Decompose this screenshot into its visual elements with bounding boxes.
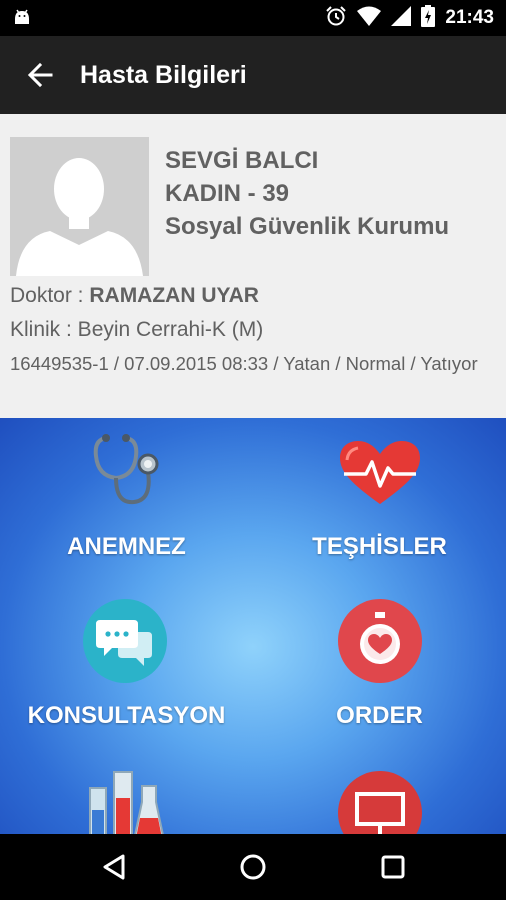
page-title: Hasta Bilgileri xyxy=(80,60,247,89)
doctor-name: RAMAZAN UYAR xyxy=(89,284,259,307)
stethoscope-icon xyxy=(93,434,159,505)
app-bar: Hasta Bilgileri xyxy=(0,36,506,114)
menu-item-teshisler[interactable]: TEŞHİSLER xyxy=(253,418,506,583)
lab-flasks-icon xyxy=(89,771,164,834)
back-button[interactable] xyxy=(0,36,80,114)
doctor-label: Doktor : xyxy=(10,284,90,307)
nav-back-button[interactable] xyxy=(74,834,154,900)
battery-icon xyxy=(421,5,436,31)
menu-label-teshisler: TEŞHİSLER xyxy=(312,533,447,560)
alarm-icon xyxy=(325,5,347,31)
patient-insurance: Sosyal Güvenlik Kurumu xyxy=(165,213,450,240)
patient-info-card: SEVGİ BALCI KADIN - 39 Sosyal Güvenlik K… xyxy=(0,114,506,418)
monitor-icon xyxy=(338,771,422,834)
heart-pulse-icon xyxy=(340,441,420,504)
menu-item-lab[interactable] xyxy=(0,754,253,834)
arrow-back-icon xyxy=(27,62,53,88)
menu-item-anemnez[interactable]: ANEMNEZ xyxy=(0,418,253,583)
menu-label-order: ORDER xyxy=(336,702,423,729)
wifi-icon xyxy=(357,6,382,30)
menu-item-order[interactable]: ORDER xyxy=(253,586,506,751)
android-icon xyxy=(12,8,32,32)
nav-home-button[interactable] xyxy=(213,834,293,900)
menu-label-konsultasyon: KONSULTASYON xyxy=(27,702,226,729)
menu-item-konsultasyon[interactable]: KONSULTASYON xyxy=(0,586,253,751)
nav-home-icon xyxy=(240,854,266,880)
nav-back-icon xyxy=(103,854,125,880)
stopwatch-heart-icon xyxy=(338,599,422,683)
doctor-line: Doktor : RAMAZAN UYAR xyxy=(10,284,259,308)
clinic-line: Klinik : Beyin Cerrahi-K (M) xyxy=(10,318,264,341)
menu-grid: ANEMNEZ TEŞHİSLER KONSULTASYON ORDER xyxy=(0,418,506,834)
navigation-bar xyxy=(0,834,506,900)
patient-gender-age: KADIN - 39 xyxy=(165,180,290,207)
signal-icon xyxy=(391,6,412,30)
menu-label-anemnez: ANEMNEZ xyxy=(67,533,186,560)
chat-icon xyxy=(83,599,167,683)
nav-recents-button[interactable] xyxy=(353,834,433,900)
patient-name: SEVGİ BALCI xyxy=(165,147,319,174)
nav-recents-icon xyxy=(381,855,405,879)
avatar xyxy=(10,137,149,276)
status-time: 21:43 xyxy=(445,7,494,28)
menu-item-monitor[interactable] xyxy=(253,754,506,834)
visit-info: 16449535-1 / 07.09.2015 08:33 / Yatan / … xyxy=(10,353,478,374)
status-bar: 21:43 xyxy=(0,0,506,36)
